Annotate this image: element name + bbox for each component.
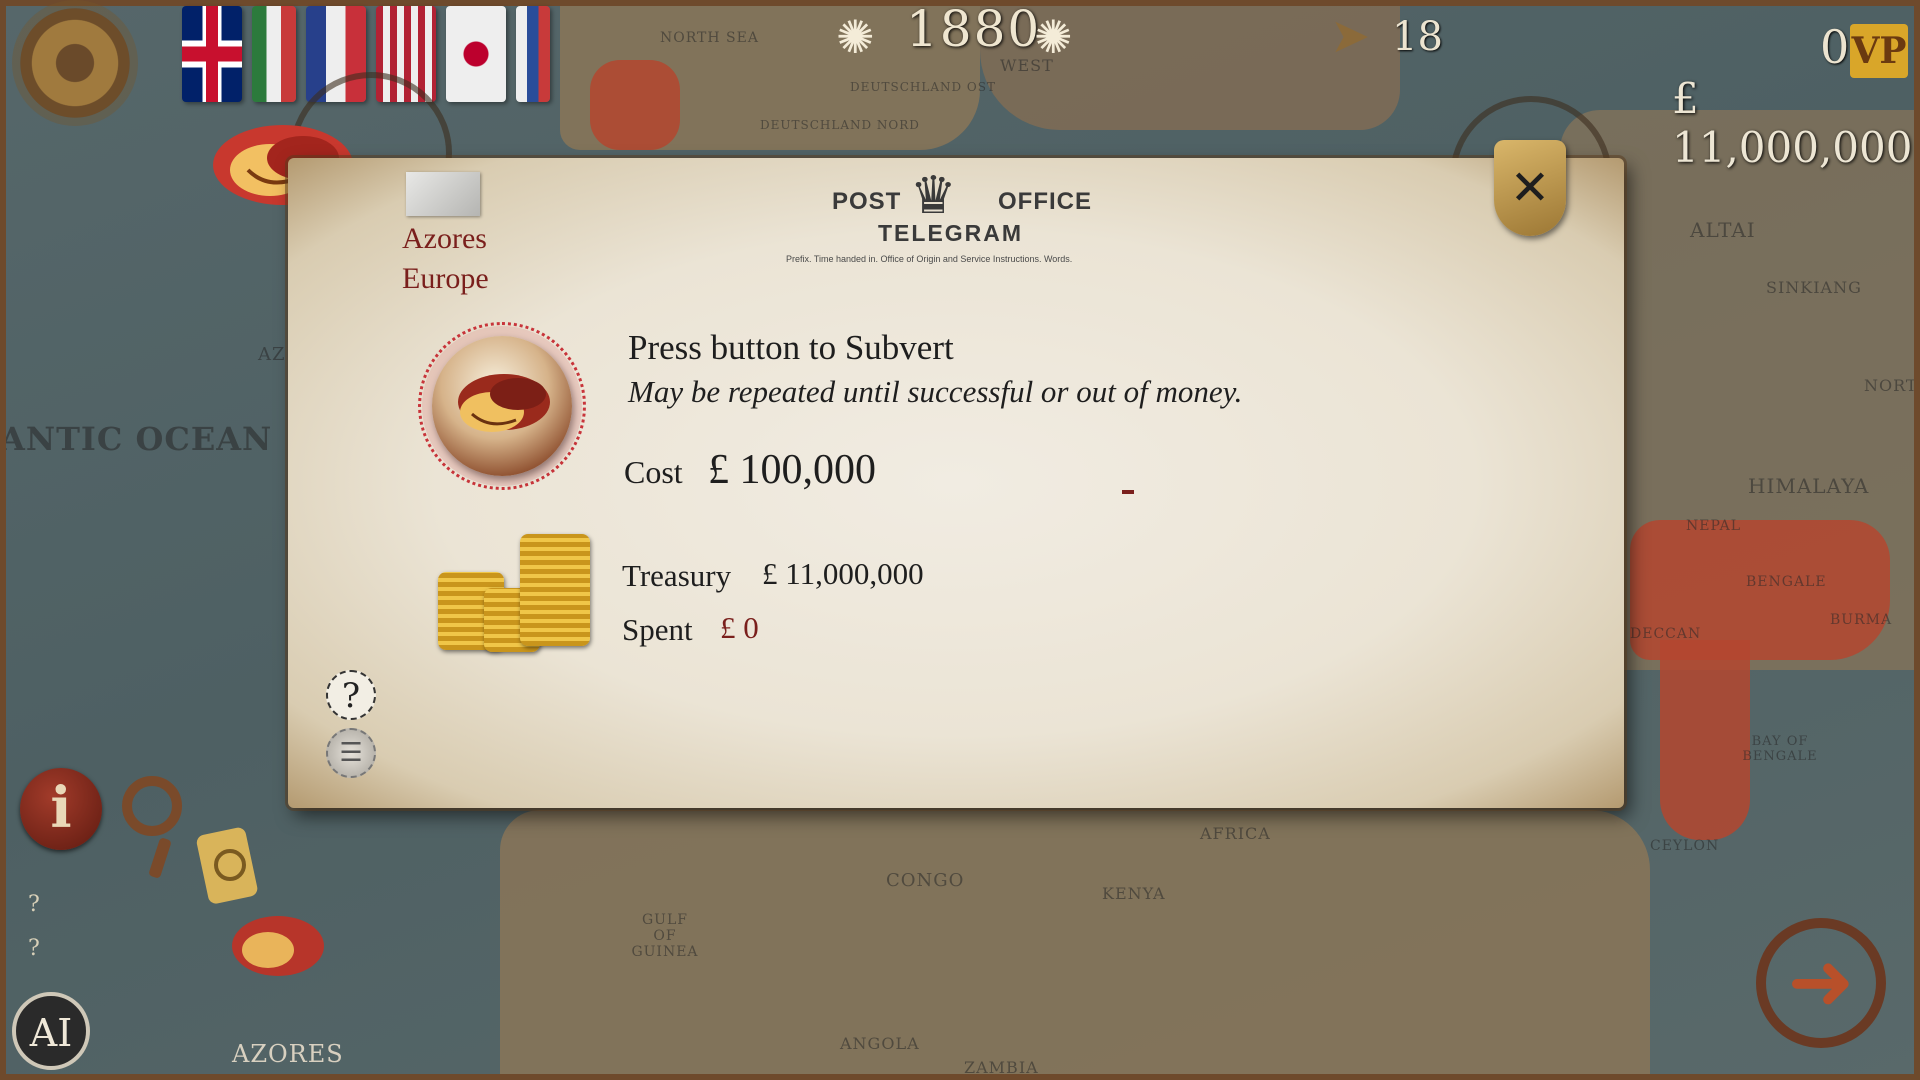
map-label-africa: AFRICA — [1200, 824, 1271, 843]
instruction-subtitle: May be repeated until successful or out … — [628, 374, 1243, 409]
map-label-congo: CONGO — [886, 870, 965, 891]
map-label-ceylon: CEYLON — [1650, 838, 1720, 854]
subvert-telegram-dialog: Azores Europe POST ♛ OFFICE TELEGRAM Pre… — [288, 158, 1624, 808]
map-label-zambia: ZAMBIA — [964, 1058, 1039, 1077]
handshake-icon — [458, 374, 550, 432]
cost-value: £ 100,000 — [708, 447, 876, 493]
map-label-nepal: NEPAL — [1686, 518, 1742, 534]
map-label-deccan: DECCAN — [1630, 626, 1702, 642]
uk-flag-icon[interactable] — [182, 6, 242, 102]
close-button[interactable]: ✕ — [1494, 140, 1566, 236]
telegram-heading: TELEGRAM — [878, 220, 1024, 246]
map-label-bay-of-bengale: BAY OF BENGALE — [1742, 734, 1818, 764]
map-label-deutschland-nord: DEUTSCHLAND NORD — [760, 118, 920, 132]
office-heading: OFFICE — [998, 188, 1092, 215]
map-label-altai: ALTAI — [1690, 218, 1756, 242]
info-button[interactable]: i — [20, 768, 102, 850]
map-label-az: AZ — [258, 344, 286, 365]
treasury-top: £ 11,000,000 — [1672, 74, 1913, 172]
turn-arrow-icon: ➤ — [1330, 8, 1371, 64]
map-label-kenya: KENYA — [1102, 884, 1166, 903]
telegram-prefix-line: Prefix. Time handed in. Office of Origin… — [786, 254, 1073, 264]
post-heading: POST — [832, 188, 902, 215]
crown-icon: ♛ — [910, 166, 957, 226]
instruction-title: Press button to Subvert — [628, 328, 954, 367]
ai-badge[interactable]: AI — [12, 992, 90, 1070]
handshake-small-icon[interactable] — [228, 906, 328, 986]
next-turn-arrow-icon[interactable]: ➜ — [1756, 918, 1886, 1048]
subvert-button[interactable] — [432, 336, 572, 476]
italy-flag-icon[interactable] — [252, 6, 296, 102]
selected-region-label: AZORES — [232, 1040, 344, 1068]
unknown-marker: ? — [28, 936, 40, 961]
help-button[interactable]: ? — [326, 670, 376, 720]
sun-ornament-icon: ✺ — [1034, 10, 1073, 64]
spent-value: £ 0 — [720, 610, 759, 645]
turn-counter: 18 — [1392, 14, 1443, 60]
region-name: Azores — [402, 222, 487, 255]
vp-badge: VP — [1850, 24, 1908, 78]
settings-gear-icon[interactable] — [20, 8, 130, 118]
progress-dash — [1122, 490, 1134, 494]
map-label-himalaya: HIMALAYA — [1748, 474, 1870, 498]
unknown-marker: ? — [28, 892, 40, 917]
magnify-icon[interactable] — [122, 776, 182, 836]
treasury-value: £ 11,000,000 — [762, 556, 924, 591]
russia-flag-icon[interactable] — [516, 6, 550, 102]
map-label-burma: BURMA — [1830, 612, 1893, 628]
map-label-ocean: ANTIC OCEAN — [0, 420, 273, 458]
spent-label: Spent — [622, 612, 693, 647]
region-flag — [406, 172, 480, 216]
map-label-nort: NORT — [1864, 376, 1918, 395]
japan-flag-icon[interactable] — [446, 6, 506, 102]
map-label-sinkiang: SINKIANG — [1766, 278, 1862, 297]
map-label-bengale: BENGALE — [1746, 574, 1827, 590]
sun-ornament-icon: ✺ — [836, 10, 875, 64]
map-label-deutschland-ost: DEUTSCHLAND OST — [850, 80, 996, 94]
map-label-gulf-of-guinea: GULF OF GUINEA — [631, 912, 699, 960]
gold-coins-icon — [438, 530, 598, 652]
list-menu-icon[interactable]: ☰ — [326, 728, 376, 778]
map-label-north-sea: NORTH SEA — [660, 30, 759, 46]
region-continent: Europe — [402, 262, 489, 295]
money-bag-icon[interactable] — [190, 820, 270, 910]
victory-points: 0 — [1820, 20, 1850, 74]
cost-label: Cost — [624, 454, 683, 490]
map-label-angola: ANGOLA — [840, 1034, 920, 1053]
treasury-label: Treasury — [622, 558, 732, 593]
year-display: 1880 — [906, 0, 1042, 58]
